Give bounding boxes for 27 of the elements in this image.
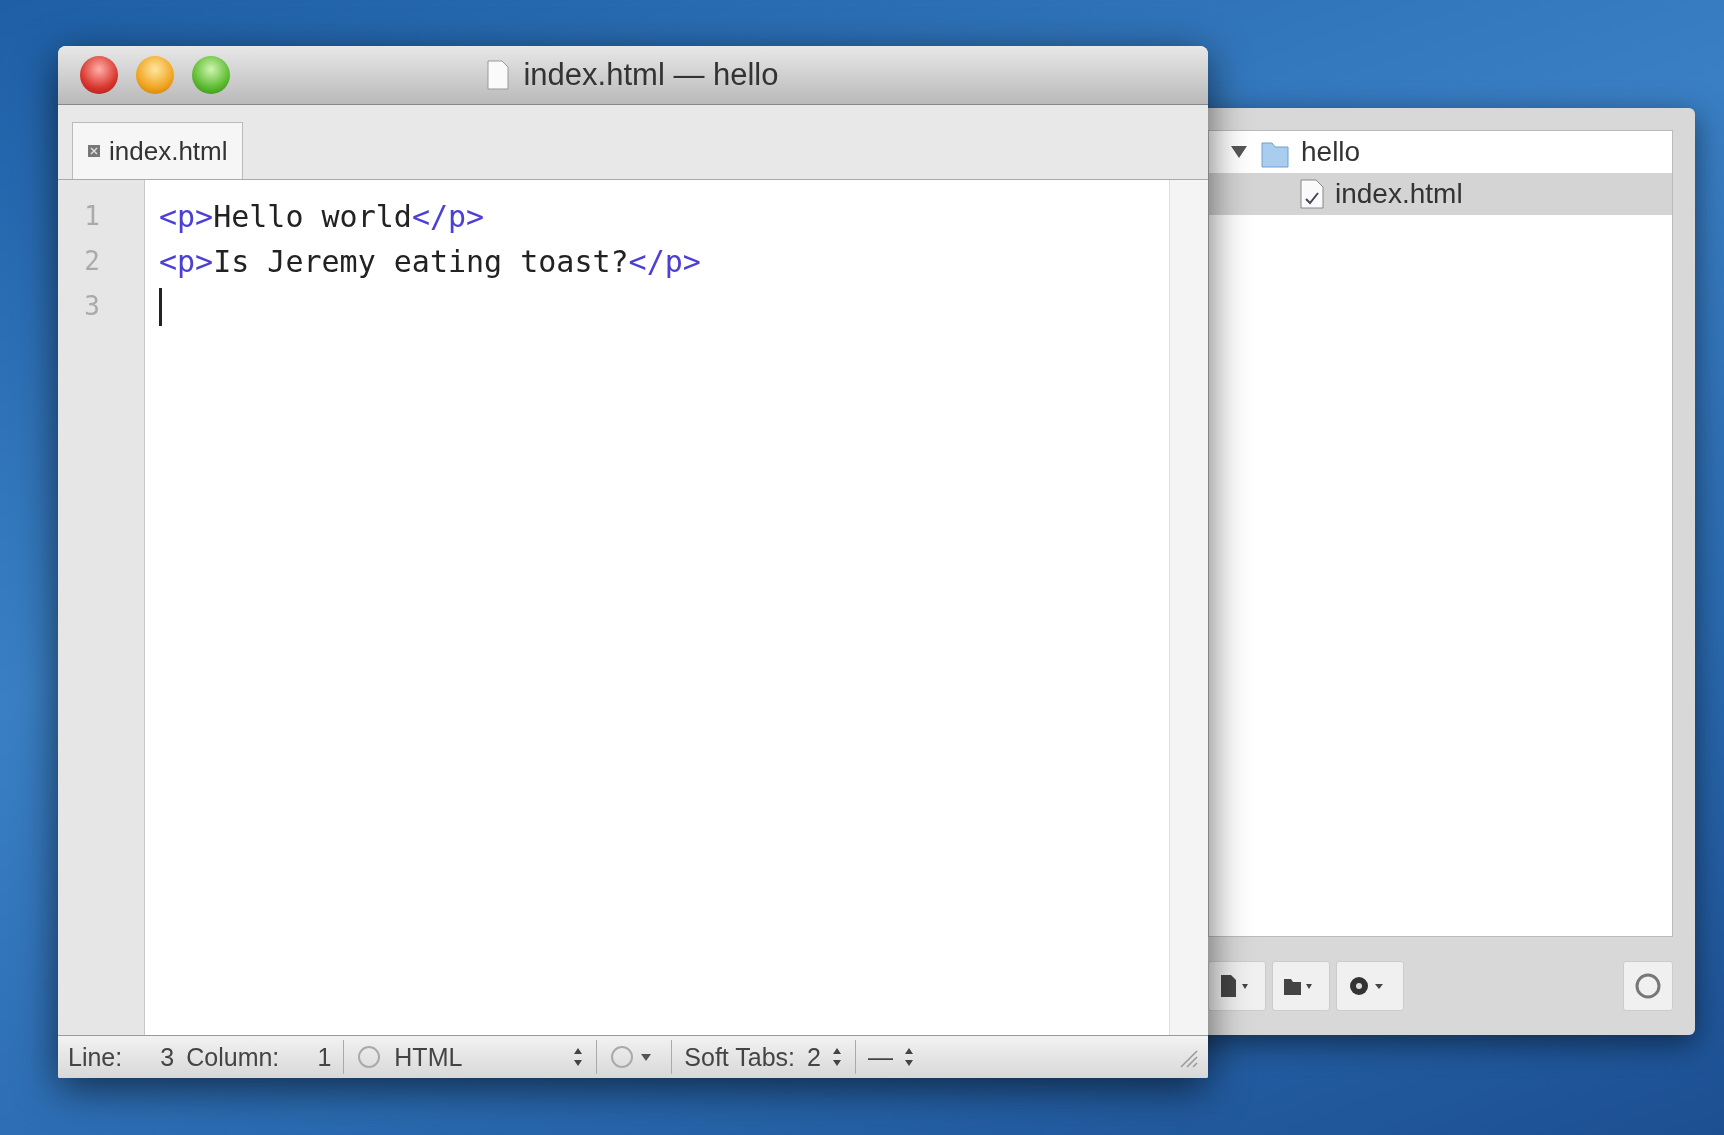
- language-popup[interactable]: HTML: [394, 1042, 585, 1072]
- tab-size-popup[interactable]: 2: [807, 1042, 843, 1072]
- tree-item[interactable]: hello: [1209, 131, 1672, 173]
- line-number: 1: [83, 200, 101, 233]
- code-line: <p>Hello world</p>: [159, 198, 485, 236]
- new-file-button[interactable]: [1208, 961, 1266, 1011]
- gear-button[interactable]: [1336, 961, 1404, 1011]
- window-title: index.html — hello: [523, 57, 779, 93]
- new-folder-button[interactable]: [1272, 961, 1330, 1011]
- document-icon: [487, 60, 510, 90]
- line-number-value: 3: [159, 1042, 175, 1072]
- tree-item[interactable]: index.html: [1209, 173, 1672, 215]
- text-cursor: [159, 287, 162, 326]
- symbol-popup[interactable]: —: [867, 1042, 915, 1072]
- code-area[interactable]: <p>Hello world</p> <p>Is Jeremy eating toast?</p>: [145, 180, 1169, 1035]
- line-label: Line:: [68, 1042, 123, 1072]
- line-number: 2: [83, 245, 101, 278]
- file-tab[interactable]: index.html: [72, 122, 243, 179]
- close-icon[interactable]: [87, 144, 101, 158]
- line-number: 3: [83, 290, 101, 323]
- document-icon: [1299, 179, 1325, 209]
- column-number-value: 1: [316, 1042, 332, 1072]
- column-label: Column:: [186, 1042, 280, 1072]
- info-button[interactable]: [1623, 961, 1673, 1011]
- soft-tabs-label: Soft Tabs:: [684, 1042, 796, 1072]
- code-line: <p>Is Jeremy eating toast?</p>: [159, 243, 701, 281]
- close-button[interactable]: [80, 56, 118, 94]
